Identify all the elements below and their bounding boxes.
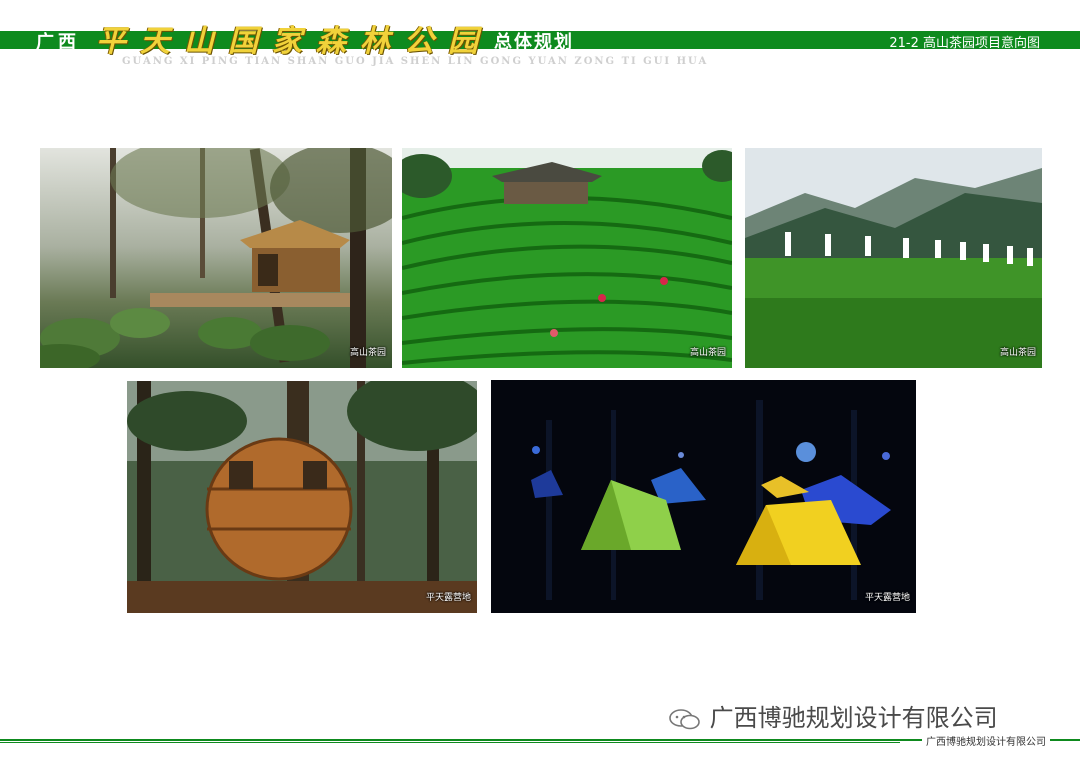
section-label: 21-2 高山茶园项目意向图 [889,36,1040,51]
photo-caption: 平天露营地 [425,593,471,603]
tea-terraces-illustration [402,148,732,368]
wechat-icon [669,709,700,730]
tree-pod-illustration [127,381,477,613]
night-camping-illustration [491,380,916,613]
title-pinyin: GUANG XI PING TIAN SHAN GUO JIA SHEN LIN… [122,56,709,67]
photo-tea-pavilion: 高山茶园 [40,148,392,368]
photo-tree-pod: 平天露营地 [127,381,477,613]
photo-caption: 高山茶园 [349,348,386,358]
footer-divider-thin [0,742,900,743]
tea-yoga-illustration [745,148,1042,368]
photo-caption: 高山茶园 [999,348,1036,358]
photo-caption: 高山茶园 [689,348,726,358]
title-suffix: 总体规划 [494,32,574,53]
tea-pavilion-illustration [40,148,392,368]
photo-tea-yoga: 高山茶园 [745,148,1042,368]
photo-night-camping: 平天露营地 [491,380,916,613]
photo-caption: 平天露营地 [864,593,910,603]
footer-divider [0,739,1080,741]
footer-company: 广西博驰规划设计有限公司 [922,733,1050,748]
watermark-text: 广西博驰规划设计有限公司 [709,704,998,732]
title-prefix: 广西 [36,32,80,53]
photo-tea-terraces: 高山茶园 [402,148,732,368]
page-title: 平天山国家森林公园 [96,24,492,59]
watermark: 广西博驰规划设计有限公司 [668,698,998,733]
